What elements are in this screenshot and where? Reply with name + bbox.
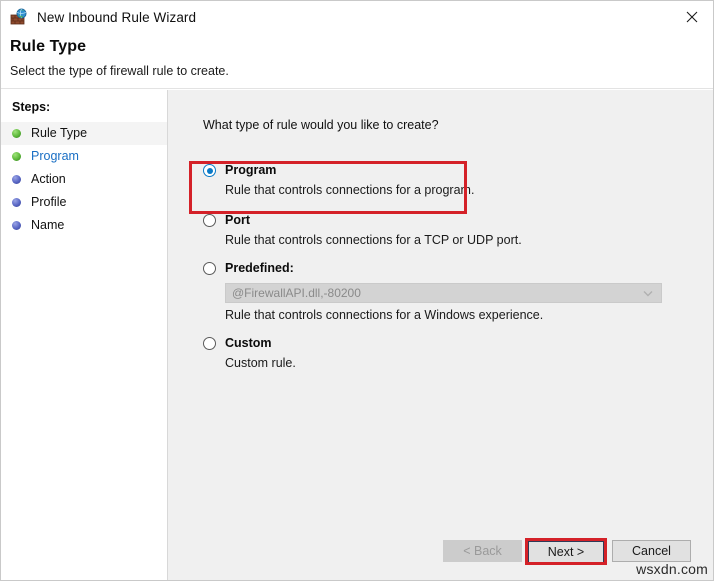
sidebar-item-label: Action <box>31 173 66 186</box>
steps-sidebar: Steps: Rule Type Program Action Profile … <box>1 90 168 581</box>
question-text: What type of rule would you like to crea… <box>203 118 439 132</box>
predefined-rule-value: @FirewallAPI.dll,-80200 <box>226 286 361 300</box>
sidebar-item-label: Program <box>31 150 79 163</box>
radio-custom[interactable] <box>203 337 216 350</box>
sidebar-item-label: Profile <box>31 196 66 209</box>
wizard-header: Rule Type Select the type of firewall ru… <box>1 33 713 89</box>
content-pane: What type of rule would you like to crea… <box>168 90 713 581</box>
step-bullet-icon <box>12 198 21 207</box>
sidebar-item-label: Rule Type <box>31 127 87 140</box>
option-title: Program <box>225 163 276 178</box>
sidebar-item-rule-type[interactable]: Rule Type <box>1 122 167 145</box>
steps-heading: Steps: <box>12 100 50 114</box>
radio-program[interactable] <box>203 164 216 177</box>
step-bullet-icon <box>12 221 21 230</box>
title-bar: New Inbound Rule Wizard <box>1 1 714 33</box>
sidebar-item-action[interactable]: Action <box>1 168 167 191</box>
radio-port[interactable] <box>203 214 216 227</box>
back-button[interactable]: < Back <box>443 540 522 562</box>
step-bullet-icon <box>12 152 21 161</box>
steps-list: Rule Type Program Action Profile Name <box>1 122 167 237</box>
option-predefined[interactable]: Predefined: @FirewallAPI.dll,-80200 Rule… <box>203 261 683 322</box>
sidebar-item-profile[interactable]: Profile <box>1 191 167 214</box>
watermark: wsxdn.com <box>636 561 708 577</box>
step-bullet-icon <box>12 129 21 138</box>
radio-predefined[interactable] <box>203 262 216 275</box>
option-title: Predefined: <box>225 261 294 276</box>
chevron-down-icon <box>643 290 661 297</box>
firewall-globe-icon <box>10 8 28 26</box>
option-description: Rule that controls connections for a TCP… <box>225 233 683 247</box>
option-description: Rule that controls connections for a pro… <box>225 183 683 197</box>
next-button[interactable]: Next > <box>528 541 604 563</box>
option-port[interactable]: Port Rule that controls connections for … <box>203 213 683 247</box>
option-title: Port <box>225 213 250 228</box>
sidebar-item-program[interactable]: Program <box>1 145 167 168</box>
page-subtitle: Select the type of firewall rule to crea… <box>10 64 229 78</box>
rule-type-radio-group: Program Rule that controls connections f… <box>203 163 683 379</box>
predefined-rule-dropdown[interactable]: @FirewallAPI.dll,-80200 <box>225 283 662 303</box>
window-title: New Inbound Rule Wizard <box>37 10 196 25</box>
cancel-button[interactable]: Cancel <box>612 540 691 562</box>
option-description: Custom rule. <box>225 356 683 370</box>
close-icon <box>686 11 698 23</box>
page-title: Rule Type <box>10 38 86 56</box>
sidebar-item-name[interactable]: Name <box>1 214 167 237</box>
option-title: Custom <box>225 336 272 351</box>
sidebar-item-label: Name <box>31 219 64 232</box>
close-button[interactable] <box>669 1 714 32</box>
step-bullet-icon <box>12 175 21 184</box>
wizard-window: New Inbound Rule Wizard Rule Type Select… <box>0 0 714 581</box>
option-description: Rule that controls connections for a Win… <box>225 308 683 322</box>
option-custom[interactable]: Custom Custom rule. <box>203 336 683 370</box>
option-program[interactable]: Program Rule that controls connections f… <box>203 163 683 197</box>
